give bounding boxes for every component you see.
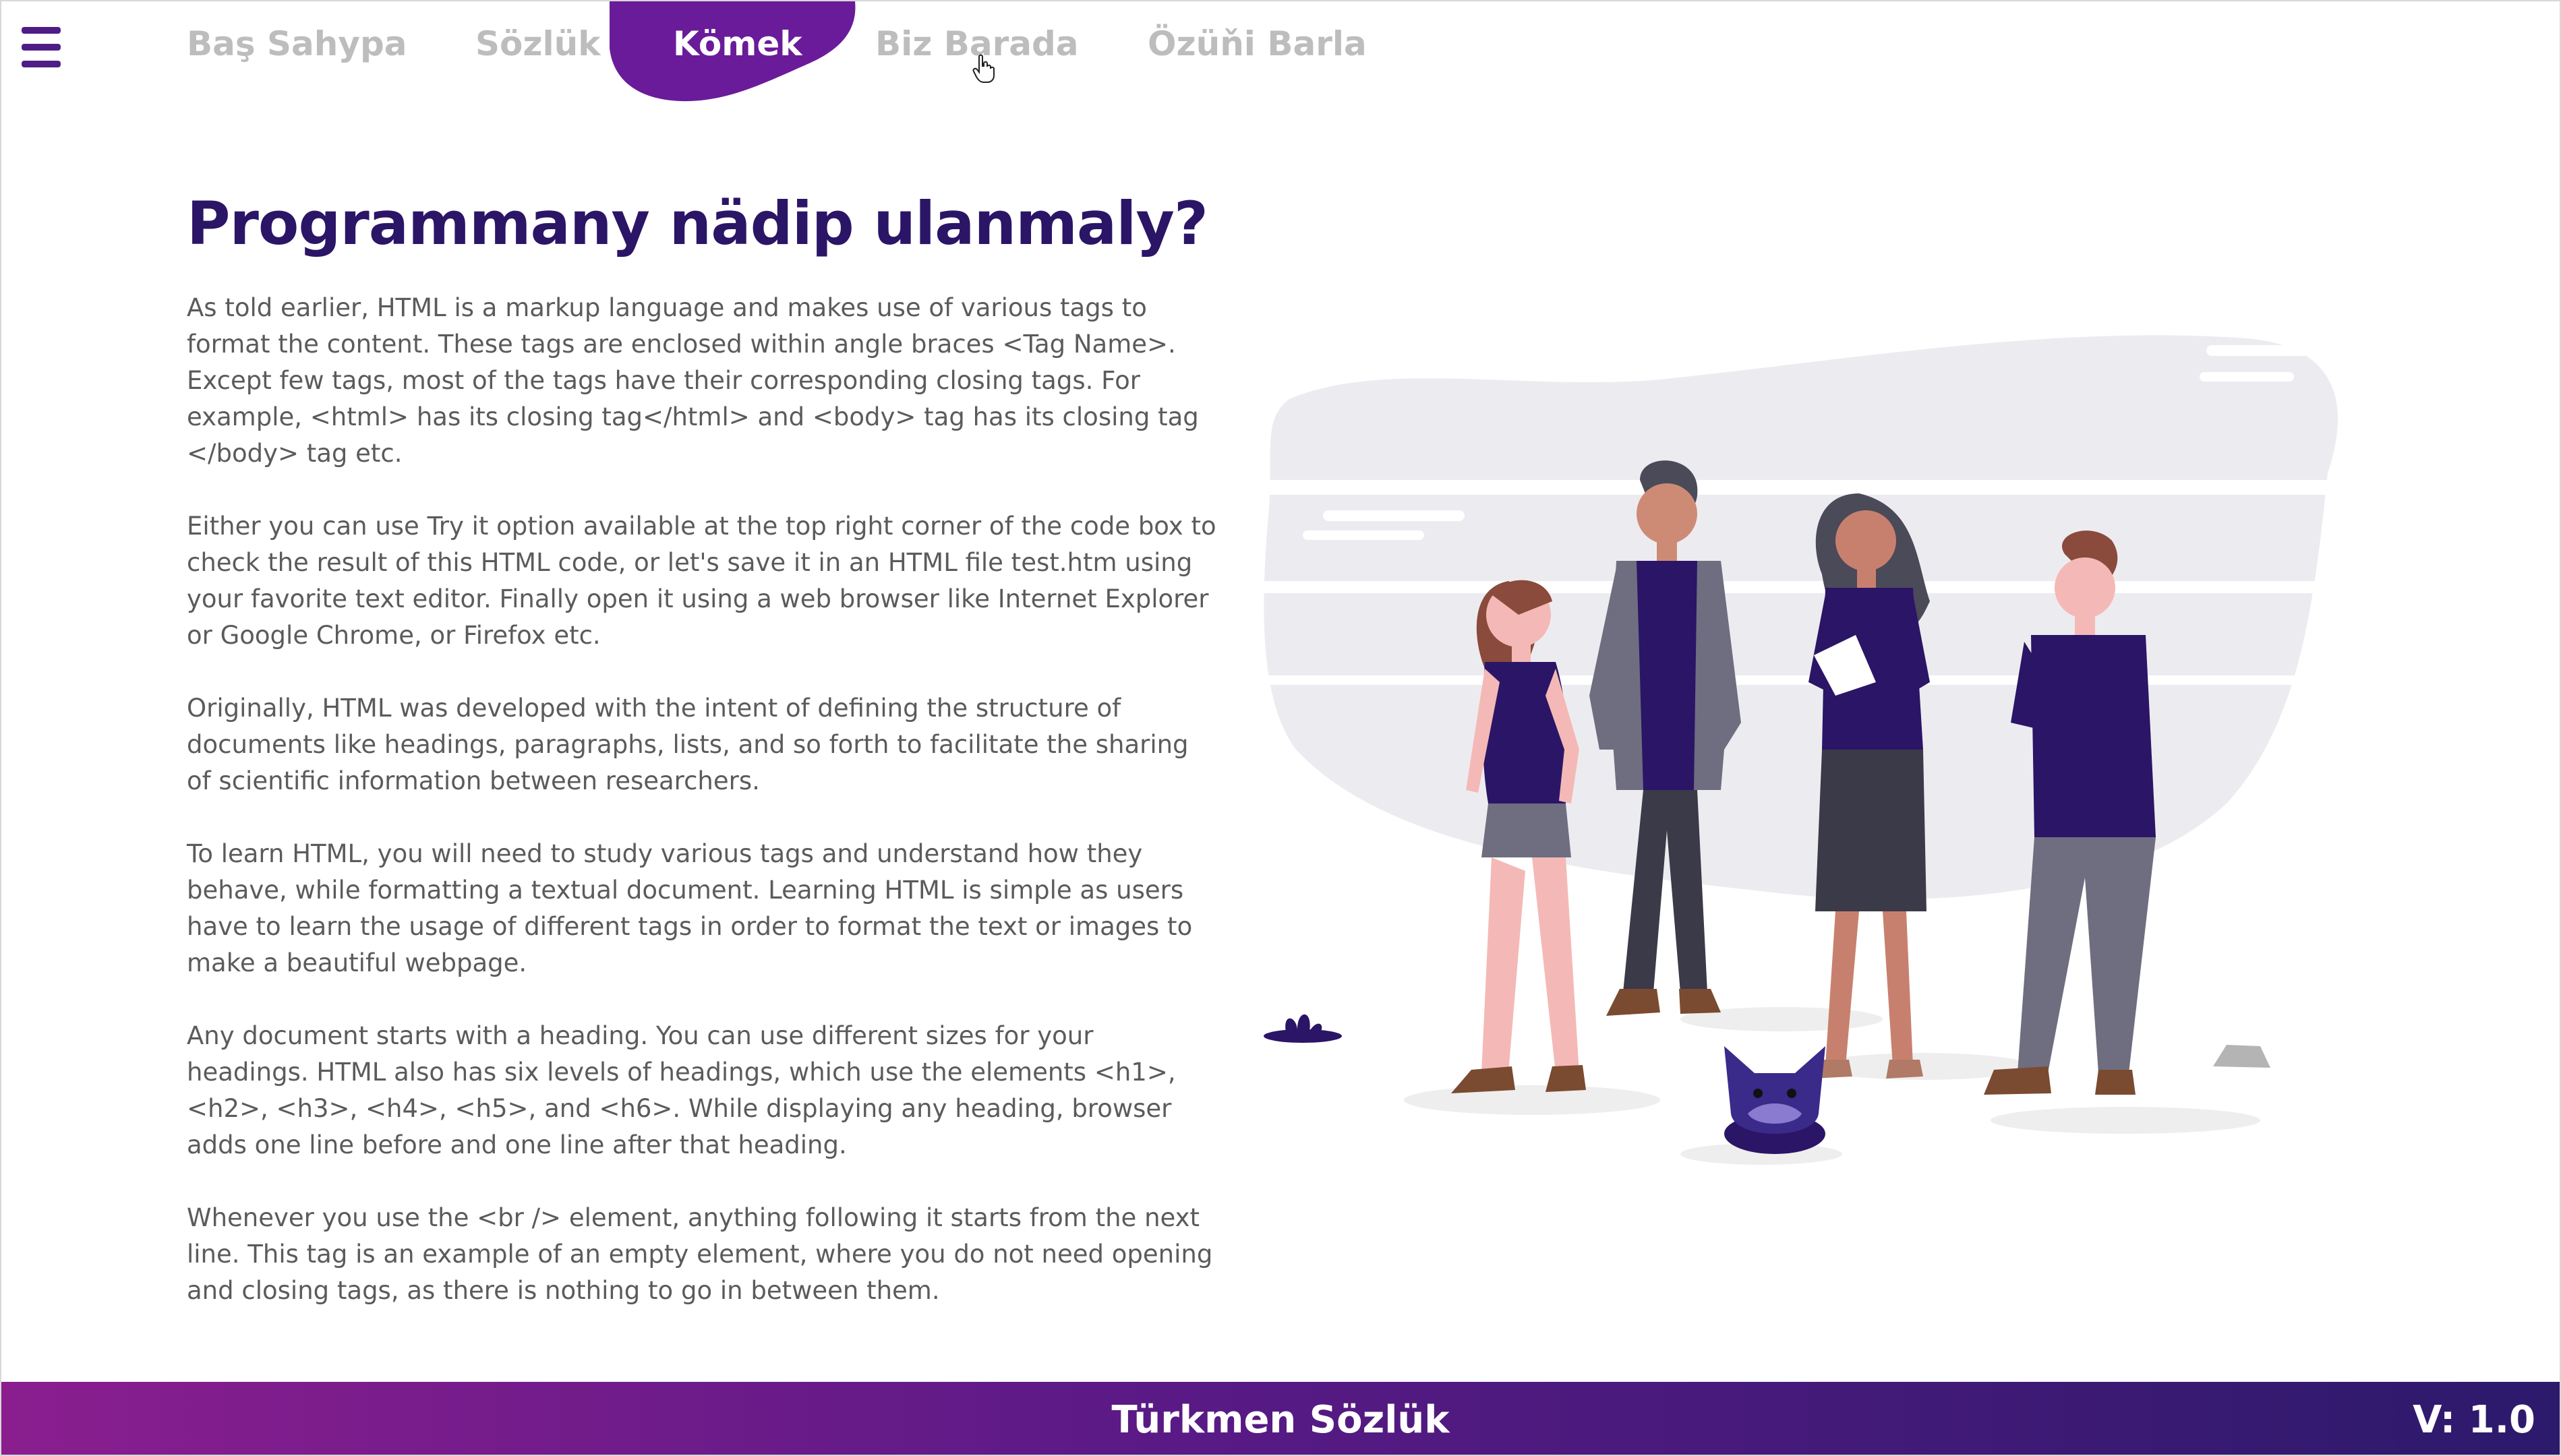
- tab-bas-sahypa[interactable]: Baş Sahypa: [187, 24, 407, 63]
- help-paragraph: Either you can use Try it option availab…: [187, 512, 1216, 650]
- hamburger-menu-icon[interactable]: [22, 27, 61, 67]
- help-paragraph: To learn HTML, you will need to study va…: [187, 839, 1193, 977]
- help-paragraph: Any document starts with a heading. You …: [187, 1021, 1176, 1159]
- team-illustration: [1249, 335, 2368, 1165]
- menu-bar: [22, 61, 61, 67]
- help-paragraph: Whenever you use the <br /> element, any…: [187, 1203, 1213, 1305]
- hand-cursor-icon: [972, 54, 995, 83]
- menu-bar: [22, 27, 61, 34]
- help-content: As told earlier, HTML is a markup langua…: [187, 290, 1218, 1345]
- tab-komek[interactable]: Kömek: [673, 24, 802, 63]
- app-name: Türkmen Sözlük: [1111, 1398, 1450, 1442]
- help-paragraph: Originally, HTML was developed with the …: [187, 694, 1189, 795]
- menu-bar: [22, 44, 61, 51]
- footer-bar: Türkmen Sözlük V: 1.0: [1, 1382, 2560, 1455]
- page-title: Programmany nädip ulanmaly?: [187, 189, 1208, 258]
- tab-sozluk[interactable]: Sözlük: [475, 24, 600, 63]
- help-paragraph: As told earlier, HTML is a markup langua…: [187, 293, 1199, 468]
- version-label: V: 1.0: [2413, 1398, 2535, 1442]
- tab-ozuni-barla[interactable]: Özüňi Barla: [1148, 24, 1367, 63]
